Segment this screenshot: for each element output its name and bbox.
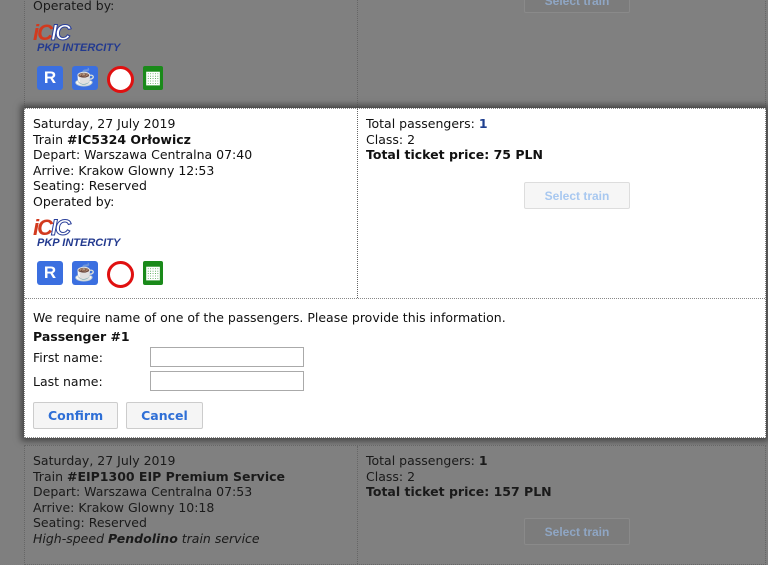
operated-label: Operated by: bbox=[33, 0, 115, 13]
arrive: Arrive: Krakow Glowny 12:53 bbox=[33, 162, 215, 178]
mobile-ticket-icon: ▦ bbox=[143, 261, 163, 285]
train-info: Saturday, 27 July 2019 Train #IC5324 Orł… bbox=[25, 109, 357, 298]
total-price: Total ticket price: 75 PLN bbox=[366, 147, 543, 162]
cancel-button[interactable]: Cancel bbox=[126, 402, 203, 429]
last-name-label: Last name: bbox=[33, 373, 103, 389]
first-name-input[interactable] bbox=[150, 347, 304, 367]
train-name: Train #IC5324 Orłowicz bbox=[33, 131, 191, 147]
total-passengers: Total passengers: 1 bbox=[366, 116, 488, 131]
train-card-previous: Operated by: iCIC PKP INTERCITY R ☕ ▦ Sel… bbox=[24, 0, 766, 108]
arrive: Arrive: Krakow Glowny 10:18 bbox=[33, 499, 215, 515]
select-train-button[interactable]: Select train bbox=[524, 182, 630, 209]
passenger-heading: Passenger #1 bbox=[33, 328, 130, 344]
operated-label: Operated by: bbox=[33, 193, 115, 209]
first-name-label: First name: bbox=[33, 349, 103, 365]
selected-train-dialog: Saturday, 27 July 2019 Train #IC5324 Orł… bbox=[24, 108, 766, 438]
select-train-button[interactable]: Select train bbox=[524, 0, 630, 13]
confirm-button[interactable]: Confirm bbox=[33, 402, 119, 429]
class: Class: 2 bbox=[366, 468, 416, 484]
price-info: Total passengers: 1 Class: 2 Total ticke… bbox=[357, 109, 765, 298]
restaurant-cup-icon: ☕ bbox=[72, 261, 98, 285]
travel-date: Saturday, 27 July 2019 bbox=[33, 453, 176, 468]
amenity-icons: R ☕ ▦ bbox=[37, 65, 349, 93]
service-note: High-speed Pendolino train service bbox=[33, 530, 260, 546]
operator-logo: iCIC PKP INTERCITY bbox=[33, 215, 121, 250]
amenity-icons: R ☕ ▦ bbox=[37, 261, 349, 288]
no-smoking-icon bbox=[107, 261, 134, 288]
last-name-input[interactable] bbox=[150, 371, 304, 391]
reservation-icon: R bbox=[37, 65, 63, 90]
price-info: Select train bbox=[357, 0, 765, 107]
no-smoking-icon bbox=[107, 65, 134, 93]
travel-date: Saturday, 27 July 2019 bbox=[33, 116, 176, 131]
train-info: Saturday, 27 July 2019 Train #EIP1300 EI… bbox=[25, 446, 357, 564]
seating: Seating: Reserved bbox=[33, 178, 147, 193]
train-info: Operated by: iCIC PKP INTERCITY R ☕ ▦ bbox=[25, 0, 357, 107]
reservation-icon: R bbox=[37, 261, 63, 285]
passenger-form: We require name of one of the passengers… bbox=[25, 298, 765, 437]
mobile-ticket-icon: ▦ bbox=[143, 65, 163, 90]
train-card-next: Saturday, 27 July 2019 Train #EIP1300 EI… bbox=[24, 445, 766, 565]
total-passengers: Total passengers: 1 bbox=[366, 453, 488, 468]
class: Class: 2 bbox=[366, 131, 416, 147]
operator-logo: iCIC PKP INTERCITY bbox=[33, 19, 121, 54]
train-name: Train #EIP1300 EIP Premium Service bbox=[33, 468, 285, 484]
depart: Depart: Warszawa Centralna 07:40 bbox=[33, 147, 253, 162]
depart: Depart: Warszawa Centralna 07:53 bbox=[33, 484, 253, 499]
form-message: We require name of one of the passengers… bbox=[33, 310, 506, 325]
restaurant-cup-icon: ☕ bbox=[72, 65, 98, 90]
total-price: Total ticket price: 157 PLN bbox=[366, 484, 552, 499]
seating: Seating: Reserved bbox=[33, 515, 147, 530]
price-info: Total passengers: 1 Class: 2 Total ticke… bbox=[357, 446, 765, 564]
